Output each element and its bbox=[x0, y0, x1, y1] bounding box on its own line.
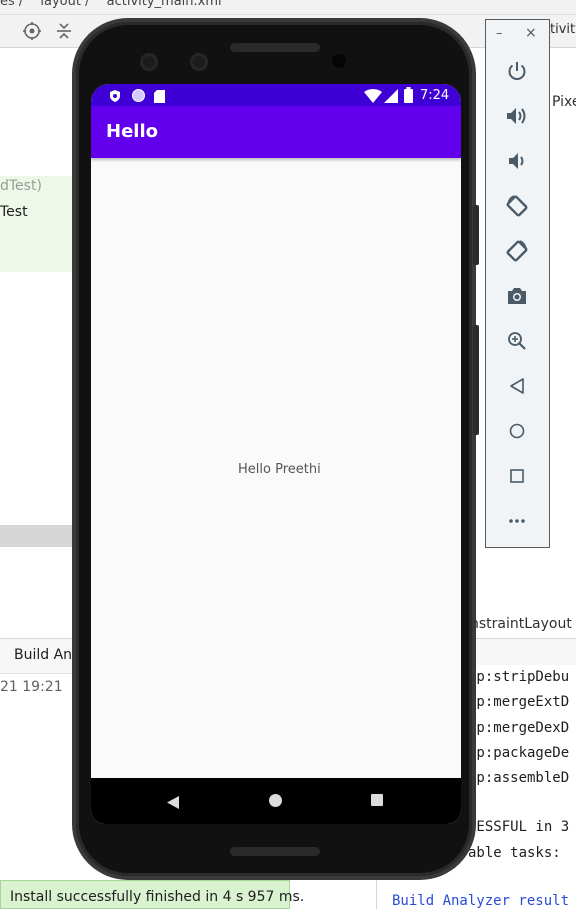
device-selector[interactable]: Pixe bbox=[552, 94, 576, 110]
status-message: Install successfully finished in 4 s 957… bbox=[10, 889, 305, 905]
console-line: pp:assembleD bbox=[468, 770, 570, 786]
home-icon[interactable] bbox=[497, 416, 537, 446]
hello-textview: Hello Preethi bbox=[238, 462, 321, 477]
minimize-button[interactable]: – bbox=[496, 26, 503, 41]
android-status-bar: 7:24 bbox=[91, 84, 461, 106]
power-icon[interactable] bbox=[497, 56, 537, 86]
signal-icon bbox=[384, 88, 398, 107]
overview-icon[interactable] bbox=[497, 461, 537, 491]
console-line: pp:mergeDexD bbox=[468, 720, 570, 736]
android-nav-bar bbox=[91, 778, 461, 824]
volume-down-icon[interactable] bbox=[497, 146, 537, 176]
volume-key[interactable] bbox=[473, 325, 479, 435]
console-line: pp:packageDe bbox=[468, 745, 570, 761]
front-sensor-icon bbox=[190, 53, 208, 71]
nav-home-icon[interactable] bbox=[269, 794, 282, 807]
app-title: Hello bbox=[106, 121, 158, 142]
status-time: 7:24 bbox=[420, 88, 450, 103]
build-timestamp: 21 19:21 bbox=[0, 679, 63, 695]
rotate-right-icon[interactable] bbox=[497, 236, 537, 266]
tab-build-analyzer[interactable]: Build Ana bbox=[14, 647, 81, 663]
back-icon[interactable] bbox=[497, 371, 537, 401]
collapse-icon[interactable] bbox=[54, 21, 74, 41]
sd-card-icon bbox=[154, 88, 165, 107]
activity-tab-label: tivity bbox=[550, 22, 576, 37]
console-line: CESSFUL in 3 bbox=[468, 819, 570, 835]
zoom-icon[interactable] bbox=[497, 326, 537, 356]
speaker-grille-bottom bbox=[230, 847, 320, 856]
front-camera-icon bbox=[140, 53, 158, 71]
battery-icon bbox=[404, 87, 413, 107]
console-line: pp:mergeExtD bbox=[468, 694, 570, 710]
select-icon[interactable] bbox=[22, 21, 42, 41]
ide-top-strip: es / layout / activity_main.xml bbox=[0, 0, 576, 15]
layout-type-label: nstraintLayout bbox=[470, 616, 572, 632]
notification-dot-icon bbox=[132, 89, 145, 102]
power-key[interactable] bbox=[473, 205, 479, 265]
build-analyzer-link[interactable]: Build Analyzer result bbox=[392, 893, 569, 909]
shield-icon bbox=[108, 88, 122, 107]
scroll-bar[interactable] bbox=[0, 525, 80, 547]
speaker-grille-top bbox=[230, 43, 320, 52]
nav-back-icon[interactable] bbox=[167, 794, 179, 813]
editor-text-2: Test bbox=[0, 204, 28, 220]
more-icon[interactable] bbox=[497, 506, 537, 536]
console-line: pp:stripDebu bbox=[468, 669, 570, 685]
phone-screen[interactable]: 7:24 Hello Hello Preethi bbox=[91, 84, 461, 824]
console-line: able tasks: bbox=[468, 845, 561, 861]
nav-overview-icon[interactable] bbox=[371, 794, 383, 806]
close-button[interactable]: × bbox=[525, 25, 537, 41]
editor-text-1: dTest) bbox=[0, 178, 42, 194]
rotate-left-icon[interactable] bbox=[497, 191, 537, 221]
proximity-sensor bbox=[332, 54, 346, 68]
wifi-icon bbox=[364, 88, 382, 107]
volume-up-icon[interactable] bbox=[497, 101, 537, 131]
breadcrumb[interactable]: es / layout / activity_main.xml bbox=[0, 0, 222, 9]
camera-icon[interactable] bbox=[497, 281, 537, 311]
